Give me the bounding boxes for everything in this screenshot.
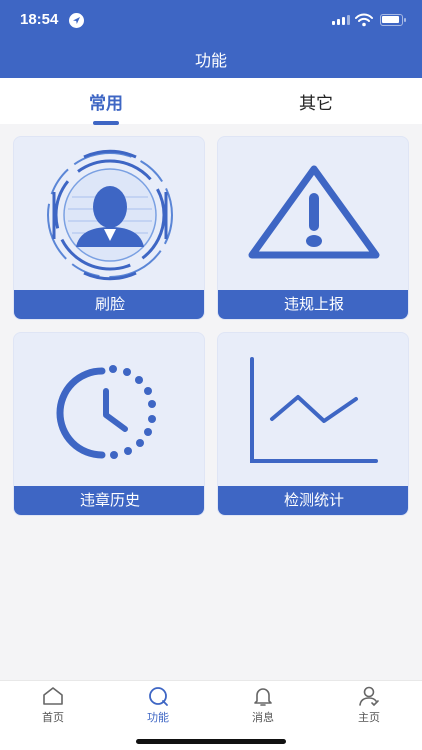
- tab-other[interactable]: 其它: [256, 89, 376, 114]
- tabbar-profile[interactable]: 主页: [334, 685, 404, 725]
- card-violation-report[interactable]: 违规上报: [217, 136, 409, 320]
- card-label: 违规上报: [218, 290, 408, 319]
- card-label: 检测统计: [218, 486, 408, 515]
- header-bar: 18:54 功能: [0, 0, 422, 78]
- tabbar-label: 消息: [252, 711, 274, 724]
- user-icon: [359, 686, 379, 707]
- warning-icon: [218, 137, 408, 293]
- bell-icon: [254, 688, 272, 706]
- tabbar-label: 首页: [42, 711, 64, 724]
- tabbar-home[interactable]: 首页: [18, 685, 88, 725]
- home-indicator: [136, 739, 286, 744]
- home-icon: [43, 687, 63, 705]
- tabbar-functions[interactable]: 功能: [123, 685, 193, 725]
- tab-indicator: [93, 121, 119, 125]
- wifi-icon: [355, 13, 373, 27]
- tab-common[interactable]: 常用: [46, 89, 166, 114]
- tabbar-label: 功能: [147, 711, 169, 724]
- card-detection-stats[interactable]: 检测统计: [217, 332, 409, 516]
- status-time: 18:54: [20, 11, 59, 28]
- face-scan-icon: [14, 137, 204, 293]
- line-chart-icon: [218, 333, 408, 489]
- status-bar: 18:54: [0, 0, 422, 40]
- page-title: 功能: [194, 51, 227, 70]
- card-face-scan[interactable]: 刷脸: [13, 136, 205, 320]
- tab-bar-top: 常用 其它: [0, 78, 422, 125]
- chat-icon: [149, 687, 168, 706]
- tabbar-label: 主页: [358, 711, 380, 724]
- card-violation-history[interactable]: 违章历史: [13, 332, 205, 516]
- location-arrow-icon: [69, 13, 84, 28]
- card-label: 违章历史: [14, 486, 204, 515]
- tabbar-messages[interactable]: 消息: [228, 685, 298, 725]
- card-label: 刷脸: [14, 290, 204, 319]
- battery-icon: [380, 14, 406, 26]
- clock-icon: [14, 333, 204, 489]
- signal-icon: [332, 15, 350, 25]
